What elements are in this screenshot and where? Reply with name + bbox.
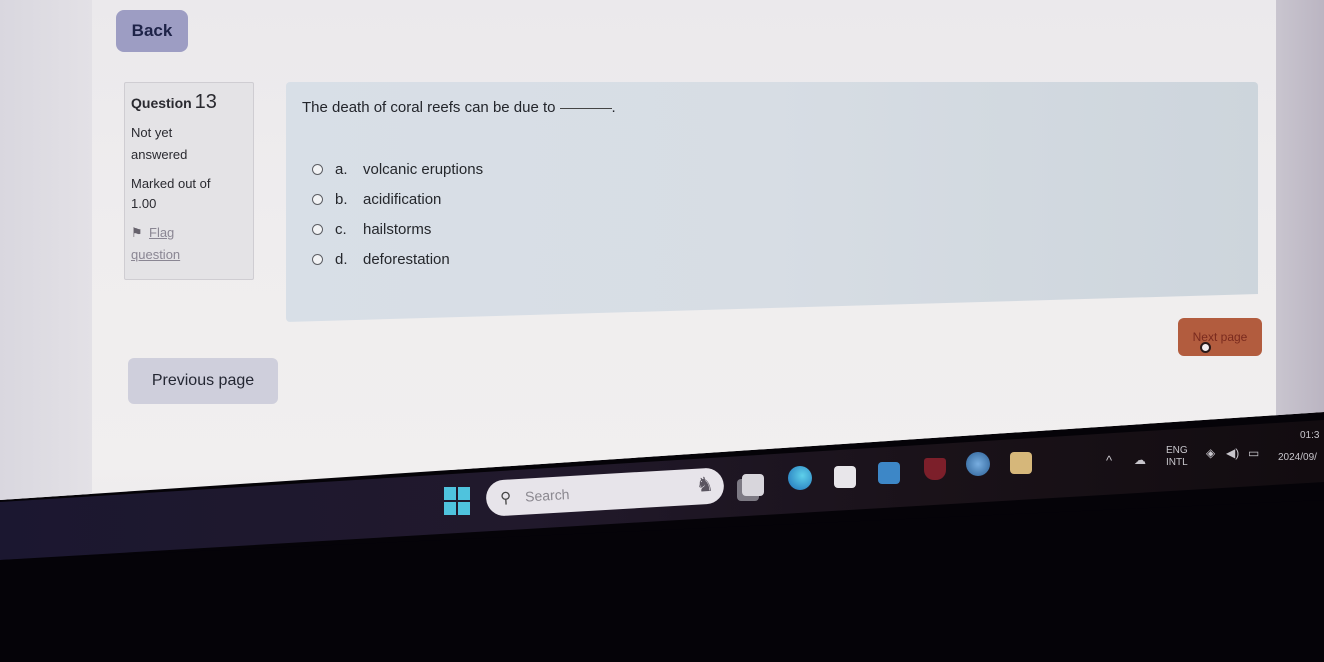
radio-button[interactable] (312, 193, 323, 205)
search-icon: ⚲ (499, 489, 512, 508)
edge-icon[interactable] (788, 466, 812, 490)
volume-icon[interactable]: ◀) (1226, 447, 1239, 459)
battery-icon[interactable]: ▭ (1248, 447, 1259, 459)
language-line-1: ENG (1166, 445, 1188, 456)
next-page-button[interactable]: Next page (1178, 318, 1262, 356)
question-suffix: . (611, 99, 616, 116)
answer-option-c[interactable]: c. hailstorms (312, 214, 483, 244)
flag-question-link[interactable]: ⚑ Flag question (131, 222, 247, 266)
store-icon[interactable] (834, 466, 856, 488)
right-gutter (1276, 0, 1324, 430)
question-number: Question 13 (131, 91, 247, 114)
left-gutter (0, 0, 92, 500)
flag-icon: ⚑ (131, 225, 143, 240)
answer-option-d[interactable]: d. deforestation (312, 244, 483, 274)
language-line-2: INTL (1166, 457, 1188, 468)
help-icon[interactable] (966, 452, 990, 476)
question-label: Question (131, 95, 192, 111)
question-info-panel: Question 13 Not yet answered Marked out o… (124, 82, 254, 280)
question-grade: Marked out of 1.00 (131, 174, 247, 214)
mouse-cursor-icon (1200, 342, 1211, 353)
answer-letter: b. (335, 190, 348, 208)
clock-time: 01:3 (1300, 430, 1320, 441)
weather-icon[interactable]: ☁ (1134, 454, 1146, 466)
answer-text: deforestation (363, 250, 450, 268)
search-placeholder: Search (524, 486, 570, 505)
question-number-value: 13 (194, 91, 217, 113)
answer-letter: d. (335, 250, 348, 268)
app-arrow-icon[interactable] (878, 462, 900, 484)
file-explorer-icon[interactable] (1010, 452, 1032, 474)
back-button[interactable]: Back (116, 10, 188, 52)
answer-letter: a. (335, 160, 348, 178)
answer-options: a. volcanic eruptions b. acidification c… (312, 154, 483, 274)
blank-line (559, 108, 612, 109)
start-icon[interactable] (444, 487, 470, 515)
grade-line-2: 1.00 (131, 196, 157, 211)
radio-button[interactable] (312, 223, 323, 235)
answer-text: volcanic eruptions (363, 160, 484, 178)
grade-line-1: Marked out of (131, 176, 211, 191)
answer-text: acidification (363, 190, 442, 208)
mcafee-icon[interactable] (924, 458, 946, 480)
answer-text: hailstorms (363, 220, 432, 238)
show-hidden-icons-icon[interactable]: ^ (1106, 454, 1112, 467)
clock-date: 2024/09/ (1278, 452, 1317, 463)
task-view-icon[interactable] (742, 474, 764, 496)
answer-option-b[interactable]: b. acidification (312, 184, 483, 214)
wifi-icon[interactable]: ◈ (1206, 447, 1215, 459)
question-text-body: The death of coral reefs can be due to (302, 99, 556, 116)
clock[interactable]: 01:3 (1300, 430, 1319, 442)
state-line-2: answered (131, 147, 188, 162)
flag-link-text-1[interactable]: Flag (149, 225, 174, 240)
state-line-1: Not yet (131, 125, 173, 140)
language-indicator[interactable]: ENG INTL (1166, 445, 1188, 469)
question-text: The death of coral reefs can be due to. (302, 99, 616, 116)
flag-link-text-2[interactable]: question (131, 247, 180, 262)
radio-button[interactable] (312, 163, 323, 175)
radio-button[interactable] (312, 253, 323, 265)
answer-option-a[interactable]: a. volcanic eruptions (312, 154, 483, 184)
question-state: Not yet answered (131, 122, 247, 166)
search-highlight-icon: ♞ (695, 473, 715, 497)
previous-page-button[interactable]: Previous page (128, 358, 278, 404)
answer-letter: c. (335, 220, 347, 238)
